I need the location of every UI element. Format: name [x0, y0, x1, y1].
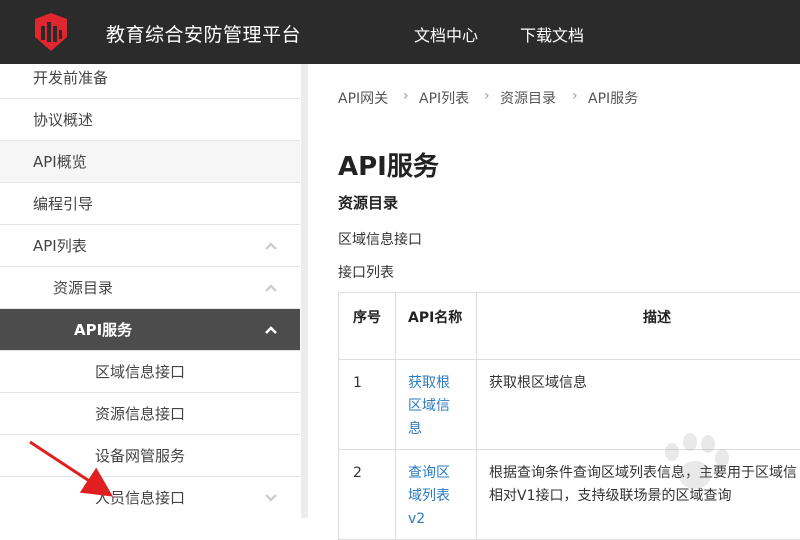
page-title: API服务	[338, 146, 439, 183]
sidebar-item-device-network[interactable]: 设备网管服务	[0, 435, 300, 477]
sidebar-item-label: API服务	[74, 319, 132, 340]
breadcrumb-api-service: API服务	[588, 88, 638, 108]
nav-doc-center[interactable]: 文档中心	[414, 22, 478, 46]
sidebar-item-protocol[interactable]: 协议概述	[0, 99, 300, 141]
breadcrumb-resource-dir[interactable]: 资源目录	[500, 88, 556, 108]
api-name-line: v2	[408, 508, 476, 531]
column-header-no: 序号	[339, 293, 396, 360]
top-navbar: 教育综合安防管理平台 文档中心 下载文档	[0, 0, 800, 64]
chevron-down-icon[interactable]	[264, 491, 278, 505]
nav-download-docs[interactable]: 下载文档	[520, 22, 584, 46]
sidebar-scrollbar[interactable]	[301, 64, 308, 518]
sidebar-item-label: 区域信息接口	[95, 361, 185, 382]
sidebar-item-api-list[interactable]: API列表	[0, 225, 300, 267]
sidebar-item-label: API概览	[33, 151, 87, 172]
sidebar-item-programming-guide[interactable]: 编程引导	[0, 183, 300, 225]
sidebar-menu: 开发前准备 协议概述 API概览 编程引导 API列表 资源目录 API服务 区…	[0, 64, 308, 518]
breadcrumb-separator-icon: ›	[403, 88, 409, 104]
sidebar-item-resource-api[interactable]: 资源信息接口	[0, 393, 300, 435]
subsection-region-api: 区域信息接口	[338, 229, 422, 249]
sidebar-item-label: 资源信息接口	[95, 403, 185, 424]
sidebar-item-label: 编程引导	[33, 193, 93, 214]
breadcrumb-api-list[interactable]: API列表	[419, 88, 469, 108]
sidebar-item-label: API列表	[33, 235, 87, 256]
api-name-line: 区域信	[408, 395, 476, 418]
sidebar-item-label: 开发前准备	[33, 67, 108, 88]
cell-no: 2	[339, 450, 396, 540]
api-name-line: 查询区	[408, 462, 476, 485]
breadcrumb-api-gateway[interactable]: API网关	[338, 88, 388, 108]
api-name-line: 获取根	[408, 372, 476, 395]
breadcrumb-separator-icon: ›	[484, 88, 490, 104]
sidebar-item-dev-prep[interactable]: 开发前准备	[0, 64, 300, 99]
sidebar-item-label: 设备网管服务	[95, 445, 185, 466]
sidebar-item-person-api[interactable]: 人员信息接口	[0, 477, 300, 518]
subsection-interface-list: 接口列表	[338, 262, 394, 282]
app-logo-icon[interactable]	[33, 13, 69, 51]
breadcrumb-separator-icon: ›	[572, 88, 578, 104]
app-title: 教育综合安防管理平台	[106, 20, 301, 47]
table-header-row: 序号 API名称 描述	[339, 293, 800, 360]
desc-line: 获取根区域信息	[489, 372, 800, 395]
api-link-query-region-list-v2[interactable]: 查询区 域列表 v2	[396, 450, 477, 540]
cell-no: 1	[339, 360, 396, 450]
sidebar-item-region-api[interactable]: 区域信息接口	[0, 351, 300, 393]
api-name-line: 域列表	[408, 485, 476, 508]
column-header-name: API名称	[396, 293, 477, 360]
watermark-paw-icon	[600, 420, 790, 510]
sidebar-item-api-service[interactable]: API服务	[0, 309, 300, 351]
chevron-up-icon[interactable]	[264, 239, 278, 253]
sidebar-item-label: 协议概述	[33, 109, 93, 130]
section-heading: 资源目录	[338, 192, 398, 213]
api-name-line: 息	[408, 418, 476, 441]
chevron-up-icon[interactable]	[264, 323, 278, 337]
sidebar-item-resource-dir[interactable]: 资源目录	[0, 267, 300, 309]
column-header-desc: 描述	[477, 293, 800, 360]
api-link-get-root-region[interactable]: 获取根 区域信 息	[396, 360, 477, 450]
sidebar-item-api-overview[interactable]: API概览	[0, 141, 300, 183]
sidebar-item-label: 资源目录	[53, 277, 113, 298]
chevron-up-icon[interactable]	[264, 281, 278, 295]
sidebar-item-label: 人员信息接口	[95, 487, 185, 508]
